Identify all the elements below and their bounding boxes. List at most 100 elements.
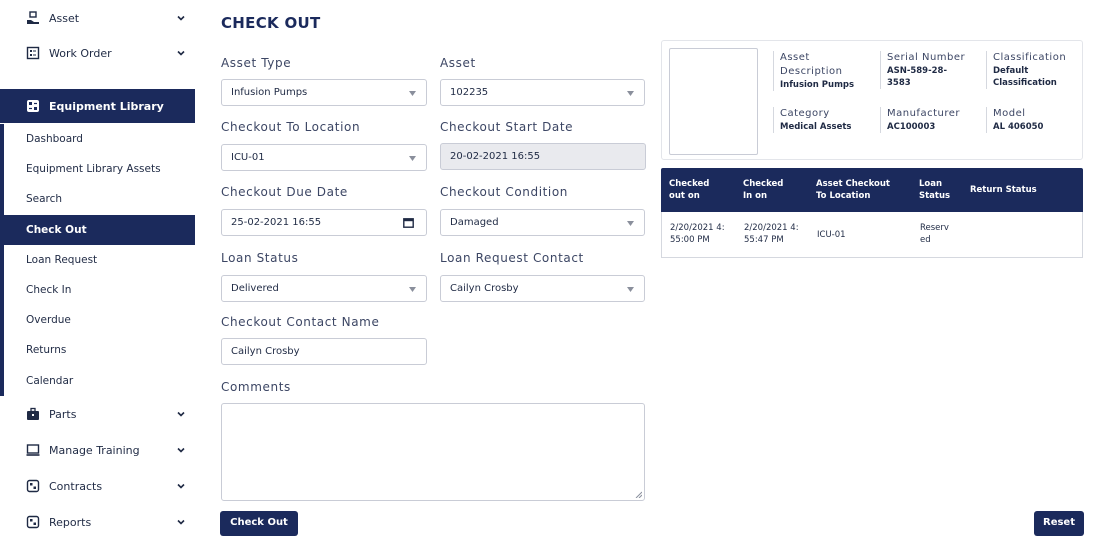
cell-location: ICU-01 bbox=[817, 230, 846, 240]
chevron-down-icon[interactable] bbox=[176, 13, 186, 23]
caret-down-icon bbox=[409, 287, 416, 292]
checkout-to-location-value: ICU-01 bbox=[231, 152, 265, 163]
loan-status-select[interactable]: Delivered bbox=[221, 275, 427, 302]
classification-block: Classification Default Classification bbox=[986, 51, 1082, 89]
checkout-start-date-field: 20-02-2021 16:55 bbox=[440, 143, 646, 170]
sidebar-item-calendar[interactable]: Calendar bbox=[4, 366, 195, 396]
sidebar-item-returns[interactable]: Returns bbox=[4, 335, 195, 365]
classification-value: Classification bbox=[993, 78, 1057, 88]
column-header-loan-status[interactable]: Loan Status bbox=[919, 178, 950, 202]
equipment-library-submenu: Dashboard Equipment Library Assets Searc… bbox=[0, 124, 195, 396]
cell-text: 55:00 PM bbox=[670, 235, 710, 245]
caret-down-icon bbox=[627, 221, 634, 226]
loan-request-contact-value: Cailyn Crosby bbox=[450, 283, 519, 294]
column-header-return-status[interactable]: Return Status bbox=[970, 184, 1037, 196]
checkout-due-date-label: Checkout Due Date bbox=[221, 185, 348, 199]
asset-type-select[interactable]: Infusion Pumps bbox=[221, 79, 427, 106]
header-text: Asset Checkout bbox=[816, 179, 890, 189]
loan-status-value: Delivered bbox=[231, 283, 279, 294]
cell-text: 55:47 PM bbox=[744, 235, 784, 245]
header-text: Status bbox=[919, 191, 951, 201]
loan-request-contact-label: Loan Request Contact bbox=[440, 251, 584, 265]
cell-loan-status: Reserv ed bbox=[920, 222, 949, 246]
comments-textarea[interactable] bbox=[221, 403, 645, 501]
sidebar-item-loan-request[interactable]: Loan Request bbox=[4, 245, 195, 275]
asset-description-label: Asset bbox=[780, 52, 810, 63]
serial-number-value: ASN-589-28- bbox=[887, 66, 947, 76]
header-text: Checked bbox=[743, 179, 784, 189]
asset-select[interactable]: 102235 bbox=[440, 79, 645, 106]
report-icon bbox=[26, 515, 40, 529]
checkout-due-date-value: 25-02-2021 16:55 bbox=[231, 217, 322, 228]
classification-value: Default bbox=[993, 66, 1029, 76]
sidebar-item-label: Check In bbox=[26, 284, 72, 297]
manufacturer-block: Manufacturer AC100003 bbox=[880, 107, 980, 133]
sidebar-item-label: Dashboard bbox=[26, 133, 83, 146]
check-out-button[interactable]: Check Out bbox=[220, 511, 298, 536]
checkout-due-date-input[interactable]: 25-02-2021 16:55 bbox=[221, 209, 427, 236]
loan-request-contact-select[interactable]: Cailyn Crosby bbox=[440, 275, 645, 302]
calendar-icon[interactable] bbox=[403, 217, 414, 228]
calendar-list-icon bbox=[26, 46, 40, 60]
checkout-start-date-label: Checkout Start Date bbox=[440, 120, 574, 134]
sidebar-item-label: Returns bbox=[26, 344, 67, 357]
checkout-to-location-select[interactable]: ICU-01 bbox=[221, 144, 427, 171]
header-text: To Location bbox=[816, 191, 871, 201]
sidebar-item-label: Search bbox=[26, 193, 63, 206]
sidebar-item-label: Overdue bbox=[26, 314, 71, 327]
resize-handle-icon[interactable] bbox=[635, 491, 642, 498]
sidebar-item-parts[interactable]: Parts bbox=[0, 396, 195, 432]
checkout-condition-select[interactable]: Damaged bbox=[440, 209, 645, 236]
sidebar-item-dashboard[interactable]: Dashboard bbox=[4, 124, 195, 154]
asset-description-value: Infusion Pumps bbox=[780, 80, 855, 90]
cell-checked-in-on: 2/20/2021 4: 55:47 PM bbox=[744, 222, 799, 246]
sidebar-item-check-in[interactable]: Check In bbox=[4, 275, 195, 305]
asset-description-label: Description bbox=[780, 66, 843, 77]
monitor-icon bbox=[26, 443, 40, 457]
chevron-down-icon[interactable] bbox=[176, 48, 186, 58]
comments-label: Comments bbox=[221, 380, 291, 394]
library-icon bbox=[26, 99, 40, 113]
table-row[interactable]: 2/20/2021 4: 55:00 PM 2/20/2021 4: 55:47… bbox=[661, 212, 1083, 258]
column-header-checked-in-on[interactable]: Checked In on bbox=[743, 178, 783, 202]
sidebar-item-manage-training[interactable]: Manage Training bbox=[0, 432, 195, 468]
header-text: out on bbox=[669, 191, 700, 201]
sidebar-item-label: Asset bbox=[49, 11, 80, 25]
sidebar-item-overdue[interactable]: Overdue bbox=[4, 305, 195, 335]
sidebar-item-contracts[interactable]: Contracts bbox=[0, 468, 195, 504]
page-title: CHECK OUT bbox=[221, 14, 321, 32]
hand-box-icon bbox=[26, 11, 40, 25]
checkout-contact-name-input[interactable]: Cailyn Crosby bbox=[221, 338, 427, 365]
classification-label: Classification bbox=[993, 52, 1067, 63]
sidebar-item-equipment-library-assets[interactable]: Equipment Library Assets bbox=[4, 154, 195, 184]
model-block: Model AL 406050 bbox=[986, 107, 1082, 133]
reset-button[interactable]: Reset bbox=[1034, 511, 1084, 536]
chevron-down-icon[interactable] bbox=[176, 409, 186, 419]
cell-checked-out-on: 2/20/2021 4: 55:00 PM bbox=[670, 222, 725, 246]
chevron-down-icon[interactable] bbox=[176, 445, 186, 455]
sidebar-item-label: Calendar bbox=[26, 374, 74, 387]
sidebar-item-reports[interactable]: Reports bbox=[0, 504, 195, 536]
chevron-down-icon[interactable] bbox=[176, 481, 186, 491]
sidebar-item-equipment-library[interactable]: Equipment Library bbox=[0, 89, 195, 123]
header-text: Loan bbox=[919, 179, 943, 189]
asset-image-placeholder bbox=[669, 48, 758, 155]
checkout-history-table: Checked out on Checked In on Asset Check… bbox=[661, 168, 1083, 258]
serial-number-block: Serial Number ASN-589-28- 3583 bbox=[880, 51, 980, 89]
asset-label: Asset bbox=[440, 56, 476, 70]
chevron-down-icon[interactable] bbox=[176, 517, 186, 527]
model-label: Model bbox=[993, 108, 1026, 119]
sidebar-item-check-out[interactable]: Check Out bbox=[4, 214, 195, 245]
column-header-checked-out-on[interactable]: Checked out on bbox=[669, 178, 709, 202]
serial-number-value: 3583 bbox=[887, 78, 911, 88]
column-header-asset-checkout-location[interactable]: Asset Checkout To Location bbox=[816, 178, 890, 202]
loan-status-label: Loan Status bbox=[221, 251, 299, 265]
sidebar-item-work-order[interactable]: Work Order bbox=[0, 35, 195, 71]
checkout-to-location-label: Checkout To Location bbox=[221, 120, 361, 134]
cell-text: 2/20/2021 4: bbox=[670, 223, 725, 233]
category-block: Category Medical Assets bbox=[773, 107, 873, 133]
asset-type-value: Infusion Pumps bbox=[231, 87, 308, 98]
sidebar-item-search[interactable]: Search bbox=[4, 184, 195, 214]
sidebar-item-asset[interactable]: Asset bbox=[0, 0, 195, 36]
sidebar-item-label: Parts bbox=[49, 407, 77, 421]
